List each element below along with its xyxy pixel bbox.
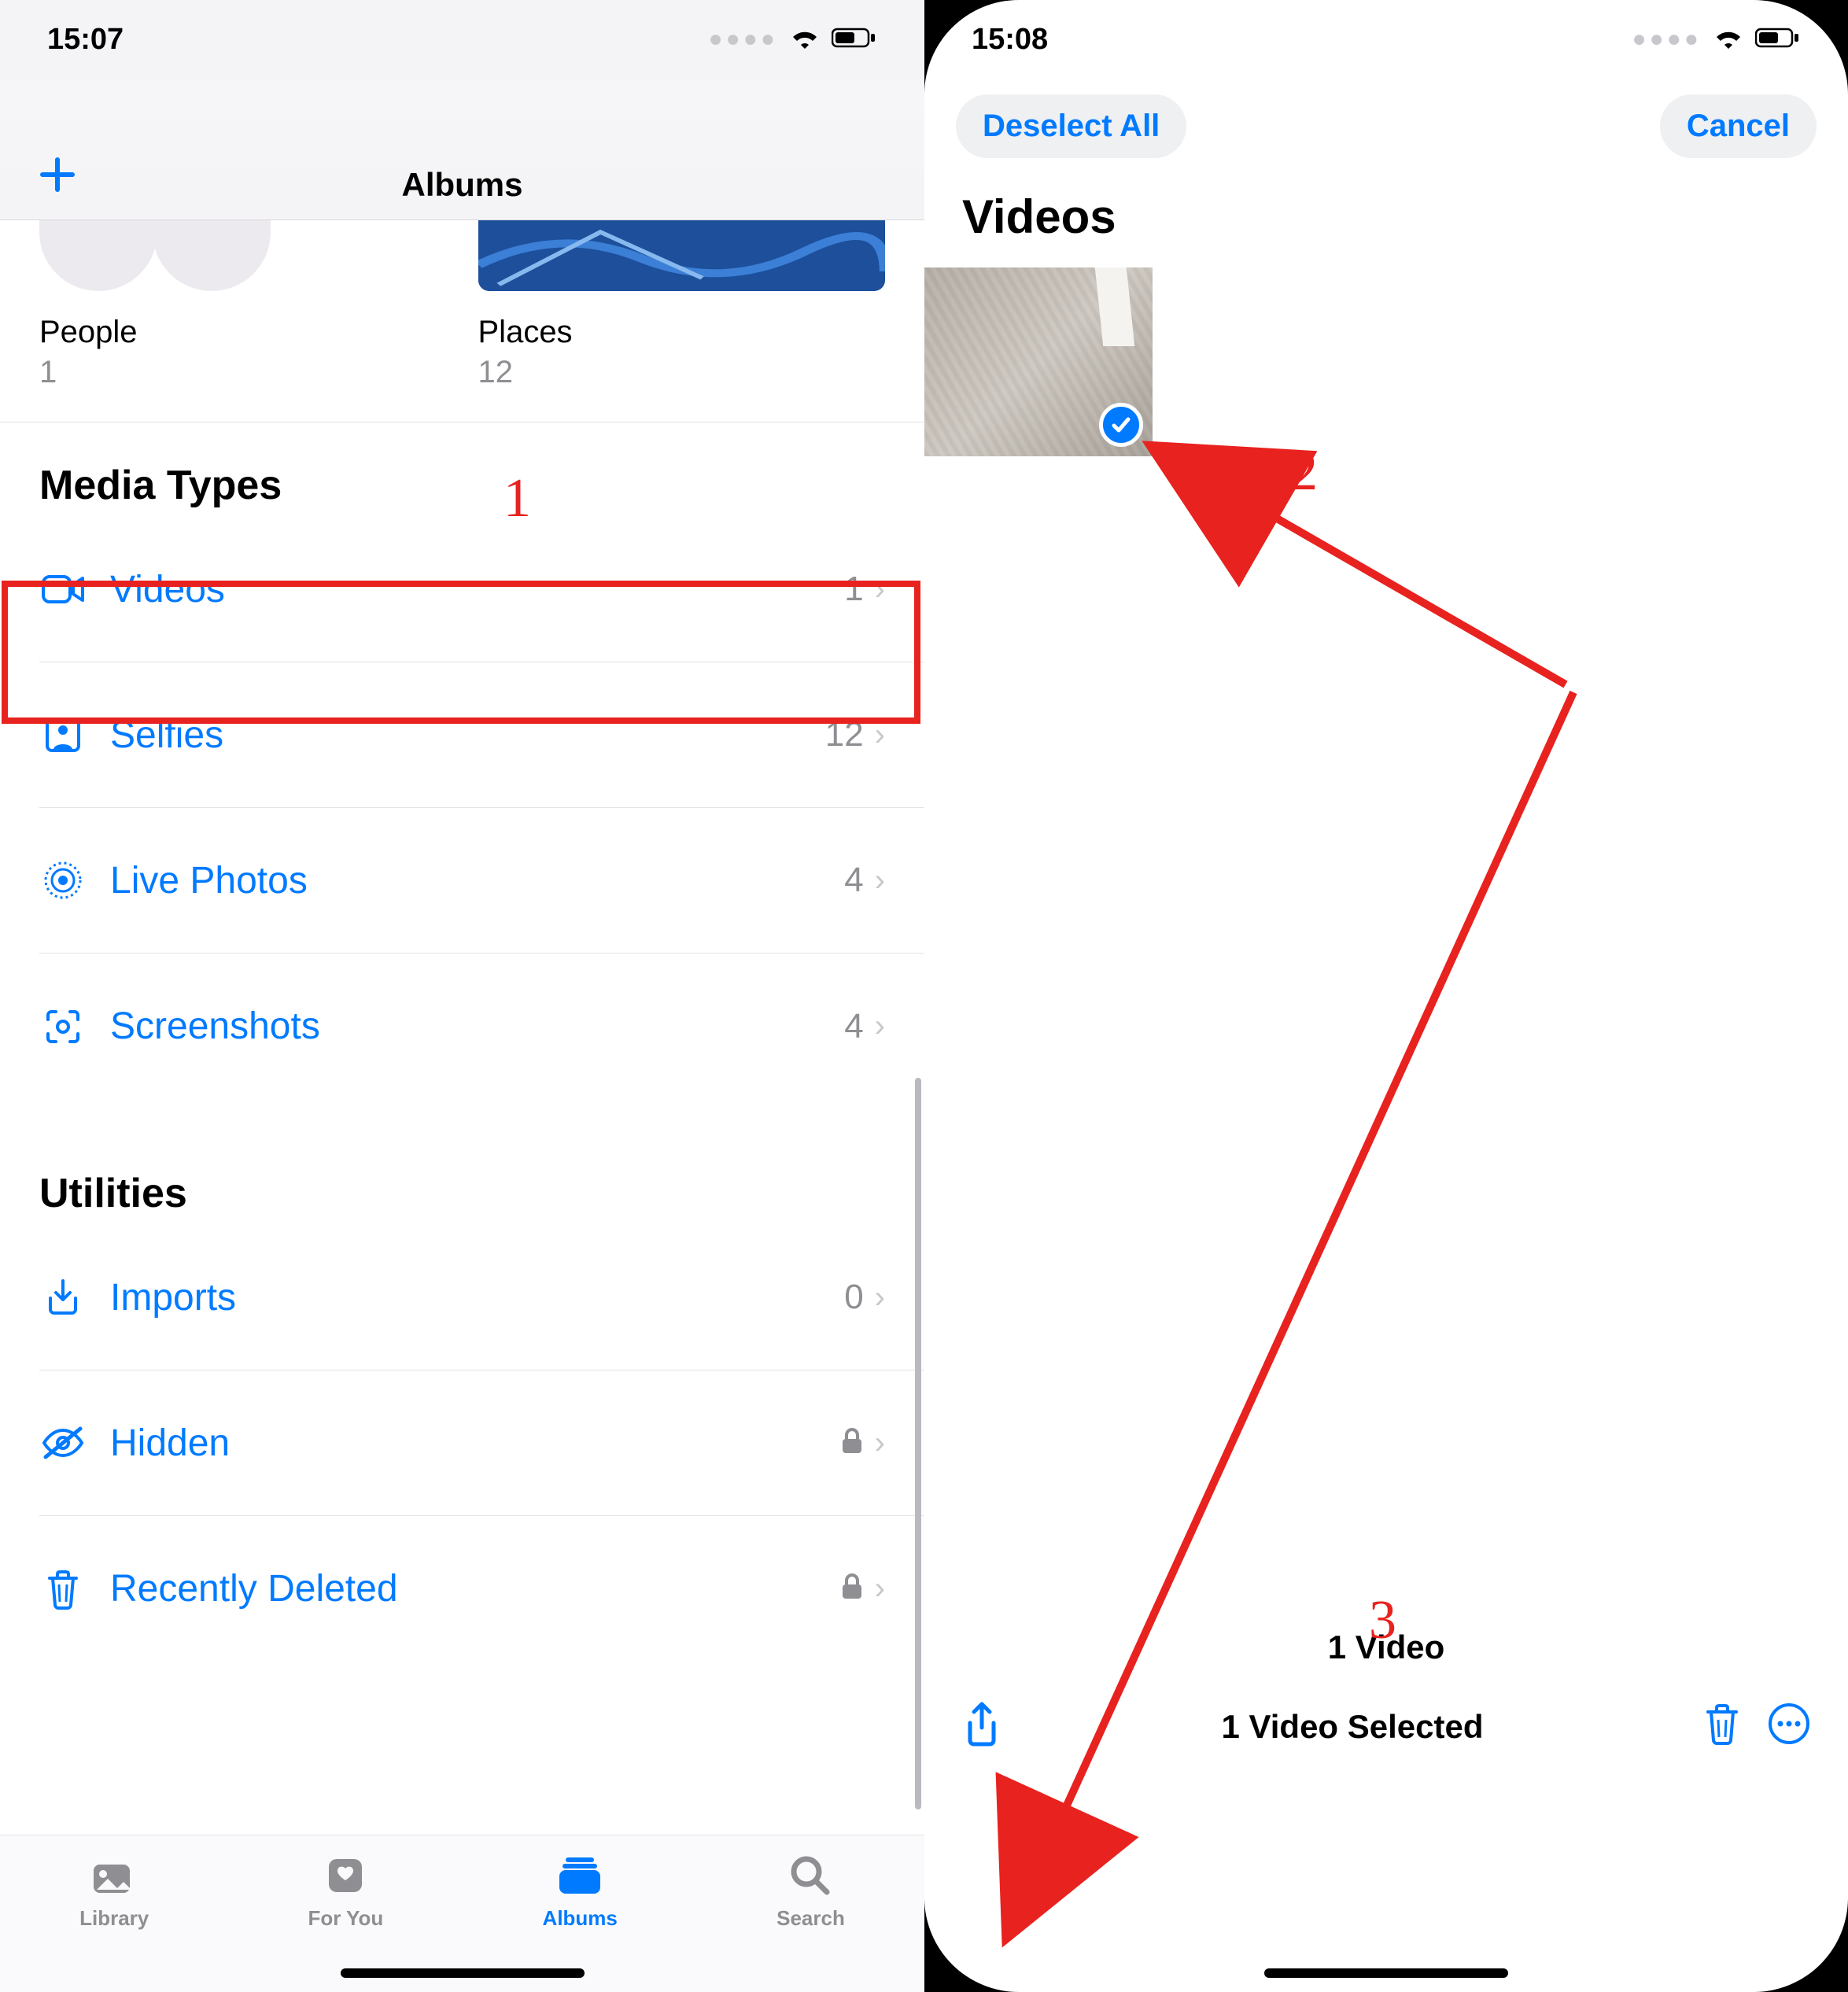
row-label: Imports <box>110 1276 844 1319</box>
chevron-right-icon: › <box>875 1571 885 1607</box>
albums-icon <box>556 1851 603 1900</box>
places-map-thumb <box>478 212 886 291</box>
selection-status: 1 Video Selected <box>1025 1708 1680 1746</box>
row-livephotos[interactable]: Live Photos 4 › <box>39 808 924 954</box>
chevron-right-icon: › <box>875 1009 885 1044</box>
row-label: Recently Deleted <box>110 1567 840 1610</box>
row-label: Videos <box>110 568 844 611</box>
video-icon <box>39 574 87 605</box>
chevron-right-icon: › <box>875 1280 885 1315</box>
hidden-icon <box>39 1426 87 1460</box>
trash-icon <box>39 1569 87 1610</box>
cancel-button[interactable]: Cancel <box>1660 94 1817 158</box>
right-screen: 15:08 ●●●● Deselect All Cancel Videos 1 … <box>924 0 1848 1992</box>
status-bar: 15:08 ●●●● <box>924 0 1848 79</box>
tab-label: For You <box>308 1906 384 1931</box>
tab-foryou[interactable]: For You <box>308 1851 384 1931</box>
nav-header: Albums <box>0 79 924 220</box>
people-places-row: People 1 Places 12 <box>0 236 924 390</box>
album-count: 1 <box>39 355 447 390</box>
import-icon <box>39 1278 87 1317</box>
share-button[interactable] <box>962 1701 1001 1752</box>
chevron-right-icon: › <box>875 717 885 753</box>
bottom-toolbar: 1 Video Selected <box>924 1666 1848 1752</box>
wifi-icon <box>1713 23 1744 57</box>
row-count: 12 <box>825 715 864 754</box>
status-icons: ●●●● <box>1632 23 1801 57</box>
utilities-list: Imports 0 › Hidden › Recently Deleted › <box>0 1225 924 1662</box>
lock-icon <box>840 1427 864 1459</box>
video-grid <box>924 260 1848 456</box>
row-count: 4 <box>844 1007 863 1046</box>
page-title: Albums <box>401 166 522 204</box>
tab-label: Search <box>776 1906 845 1931</box>
status-time: 15:07 <box>47 23 124 57</box>
battery-icon <box>1755 23 1801 57</box>
search-icon <box>789 1851 832 1900</box>
delete-button[interactable] <box>1703 1702 1741 1750</box>
foryou-icon <box>324 1851 367 1900</box>
album-count: 12 <box>478 355 886 390</box>
left-screen: 15:07 ●●●● Albums People 1 <box>0 0 924 1992</box>
selected-checkmark-icon <box>1099 403 1143 447</box>
tab-label: Albums <box>543 1906 618 1931</box>
video-thumbnail[interactable] <box>924 267 1153 456</box>
livephoto-icon <box>39 861 87 900</box>
deselect-all-button[interactable]: Deselect All <box>956 94 1186 158</box>
chevron-right-icon: › <box>875 572 885 607</box>
lock-icon <box>840 1573 864 1605</box>
page-title: Videos <box>924 158 1848 260</box>
status-bar: 15:07 ●●●● <box>0 0 924 79</box>
album-places[interactable]: Places 12 <box>478 236 886 390</box>
more-button[interactable] <box>1768 1702 1810 1750</box>
row-count: 1 <box>844 570 863 609</box>
tab-albums[interactable]: Albums <box>543 1851 618 1931</box>
row-videos[interactable]: Videos 1 › <box>39 517 924 662</box>
row-label: Hidden <box>110 1422 840 1465</box>
scrollbar[interactable] <box>915 1078 921 1809</box>
row-screenshots[interactable]: Screenshots 4 › <box>39 954 924 1099</box>
chevron-right-icon: › <box>875 863 885 898</box>
home-indicator[interactable] <box>341 1968 585 1978</box>
album-people[interactable]: People 1 <box>39 236 447 390</box>
row-count: 0 <box>844 1278 863 1317</box>
album-label: Places <box>478 315 886 350</box>
row-label: Live Photos <box>110 859 844 902</box>
tab-label: Library <box>79 1906 149 1931</box>
row-count: 4 <box>844 861 863 900</box>
selection-toolbar: Deselect All Cancel <box>924 79 1848 158</box>
video-count-summary: 1 Video <box>924 1629 1848 1666</box>
selfie-icon <box>39 716 87 754</box>
row-hidden[interactable]: Hidden › <box>39 1370 924 1516</box>
chevron-right-icon: › <box>875 1426 885 1461</box>
cellular-dots-icon: ●●●● <box>709 26 778 53</box>
row-label: Selfies <box>110 714 825 757</box>
row-recently-deleted[interactable]: Recently Deleted › <box>39 1516 924 1662</box>
cellular-dots-icon: ●●●● <box>1632 26 1702 53</box>
status-icons: ●●●● <box>709 23 877 57</box>
row-imports[interactable]: Imports 0 › <box>39 1225 924 1370</box>
section-utilities-title: Utilities <box>0 1099 924 1225</box>
home-indicator[interactable] <box>1264 1968 1508 1978</box>
library-icon <box>89 1851 139 1900</box>
album-label: People <box>39 315 447 350</box>
status-time: 15:08 <box>972 23 1048 57</box>
media-types-list: Videos 1 › Selfies 12 › Live Photos 4 › … <box>0 517 924 1099</box>
wifi-icon <box>789 23 821 57</box>
section-media-types-title: Media Types <box>0 422 924 517</box>
row-label: Screenshots <box>110 1005 844 1048</box>
right-wrap: 15:08 ●●●● Deselect All Cancel Videos 1 … <box>924 0 1848 1992</box>
row-selfies[interactable]: Selfies 12 › <box>39 662 924 808</box>
tab-library[interactable]: Library <box>79 1851 149 1931</box>
screenshot-icon <box>39 1007 87 1046</box>
tab-search[interactable]: Search <box>776 1851 845 1931</box>
battery-icon <box>832 23 877 57</box>
